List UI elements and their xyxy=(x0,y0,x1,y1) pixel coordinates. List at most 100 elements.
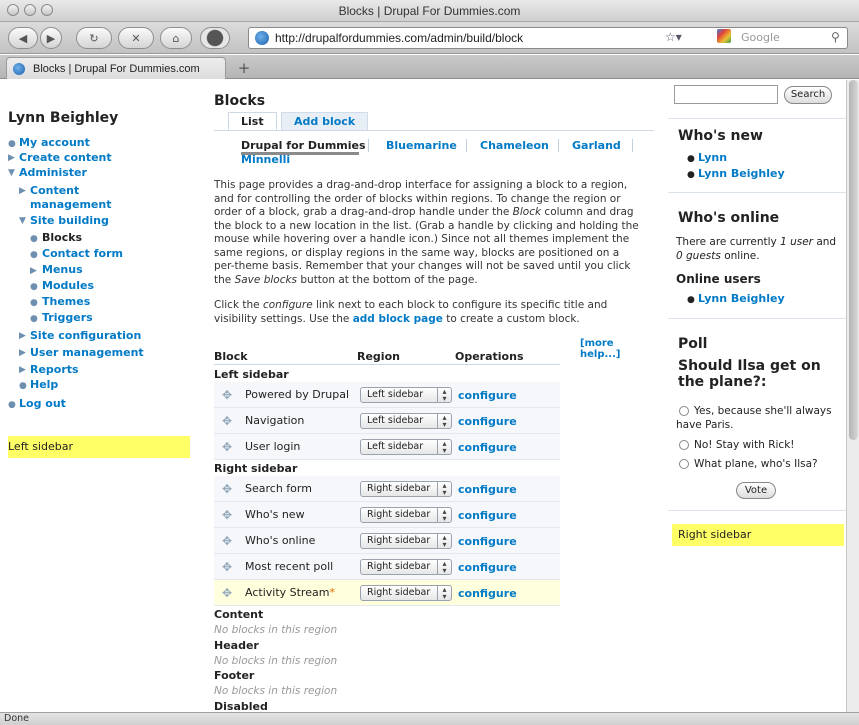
changed-marker: * xyxy=(329,586,335,599)
whos-new-user-link[interactable]: Lynn Beighley xyxy=(698,167,785,180)
theme-tab-garland[interactable]: Garland xyxy=(572,139,621,152)
browser-tab[interactable]: Blocks | Drupal For Dummies.com xyxy=(6,57,226,79)
region-select[interactable]: Right sidebar ▴ ▾ xyxy=(360,585,452,601)
bullet-icon: ● xyxy=(687,154,695,164)
region-select[interactable]: Right sidebar ▴ ▾ xyxy=(360,559,452,575)
nav-administer[interactable]: Administer xyxy=(19,166,87,180)
nav-modules[interactable]: Modules xyxy=(42,279,94,293)
reload-button[interactable]: ↻ xyxy=(76,27,112,49)
home-button[interactable]: ⌂ xyxy=(160,27,192,49)
configure-emphasis: configure xyxy=(262,299,313,311)
online-user-link[interactable]: Lynn Beighley xyxy=(698,292,785,305)
poll-option-radio[interactable] xyxy=(679,406,689,416)
drag-handle-icon[interactable]: ✥ xyxy=(222,535,234,547)
nav-reports[interactable]: Reports xyxy=(30,363,79,377)
tab-separator xyxy=(632,139,633,152)
theme-tab-chameleon[interactable]: Chameleon xyxy=(480,139,549,152)
configure-link[interactable]: configure xyxy=(458,389,517,402)
nav-site-configuration[interactable]: Site configuration xyxy=(30,329,141,343)
nav-user-management[interactable]: User management xyxy=(30,346,144,360)
whos-new-heading: Who's new xyxy=(678,128,763,144)
theme-tab-drupal-for-dummies[interactable]: Drupal for Dummies xyxy=(241,139,366,152)
poll-option-radio[interactable] xyxy=(679,459,689,469)
drag-handle-icon[interactable]: ✥ xyxy=(222,561,234,573)
block-row: ✥ Who's new Right sidebar ▴ ▾ configure xyxy=(214,502,560,528)
more-help-link[interactable]: [more help...] xyxy=(580,338,654,360)
nav-help[interactable]: Help xyxy=(30,378,58,392)
nav-create-content[interactable]: Create content xyxy=(19,151,112,165)
configure-link[interactable]: configure xyxy=(458,561,517,574)
address-bar[interactable]: http://drupalfordummies.com/admin/build/… xyxy=(248,27,848,49)
search-icon[interactable]: ⚲ xyxy=(831,30,840,44)
vertical-scrollbar[interactable] xyxy=(846,80,859,712)
region-select[interactable]: Right sidebar ▴ ▾ xyxy=(360,507,452,523)
column-header-operations: Operations xyxy=(455,350,524,363)
configure-link[interactable]: configure xyxy=(458,509,517,522)
block-name: Search form xyxy=(245,482,312,495)
select-arrows-icon: ▴ ▾ xyxy=(437,534,451,549)
drag-handle-icon[interactable]: ✥ xyxy=(222,415,234,427)
theme-tab-bluemarine[interactable]: Bluemarine xyxy=(386,139,457,152)
add-block-page-link[interactable]: add block page xyxy=(353,313,443,325)
nav-content-management-line2: management xyxy=(30,198,112,211)
intro-line: the Save blocks button at the bottom of … xyxy=(214,274,654,288)
intro-emphasis: Block xyxy=(512,206,542,218)
drag-handle-icon[interactable]: ✥ xyxy=(222,441,234,453)
drag-handle-icon[interactable]: ✥ xyxy=(222,483,234,495)
vote-button[interactable]: Vote xyxy=(736,482,776,499)
nav-blocks-active[interactable]: Blocks xyxy=(42,231,82,245)
configure-link[interactable]: configure xyxy=(458,587,517,600)
nav-menus[interactable]: Menus xyxy=(42,263,83,277)
url-text[interactable]: http://drupalfordummies.com/admin/build/… xyxy=(275,31,523,45)
search-button[interactable]: Search xyxy=(784,86,832,104)
collapsed-arrow-icon: ▶ xyxy=(19,365,26,375)
bullet-icon: ● xyxy=(8,400,16,410)
nav-contact-form[interactable]: Contact form xyxy=(42,247,123,261)
google-search-engine-icon[interactable] xyxy=(717,29,731,43)
region-heading-disabled: Disabled xyxy=(214,700,268,712)
search-input[interactable] xyxy=(674,85,778,104)
poll-question-line: Should Ilsa get on xyxy=(678,358,821,374)
online-guests-count: 0 guests xyxy=(676,250,721,262)
configure-link[interactable]: configure xyxy=(458,483,517,496)
drag-handle-icon[interactable]: ✥ xyxy=(222,389,234,401)
region-select[interactable]: Left sidebar ▴ ▾ xyxy=(360,413,452,429)
nav-site-building[interactable]: Site building xyxy=(30,214,109,228)
scrollbar-thumb[interactable] xyxy=(849,80,858,440)
nav-triggers[interactable]: Triggers xyxy=(42,311,93,325)
tab-add-block[interactable]: Add block xyxy=(281,112,369,130)
configure-link[interactable]: configure xyxy=(458,415,517,428)
region-select[interactable]: Right sidebar ▴ ▾ xyxy=(360,481,452,497)
stop-button[interactable]: ✕ xyxy=(118,27,154,49)
whos-new-user-link[interactable]: Lynn xyxy=(698,151,727,164)
region-select[interactable]: Right sidebar ▴ ▾ xyxy=(360,533,452,549)
intro-text: order of a block, grab a drag-and-drop h… xyxy=(214,206,513,218)
record-icon[interactable] xyxy=(200,27,230,49)
region-select[interactable]: Left sidebar ▴ ▾ xyxy=(360,439,452,455)
nav-content-management[interactable]: Content management xyxy=(30,184,112,212)
back-button[interactable]: ◀ xyxy=(8,27,38,49)
block-divider xyxy=(668,510,846,511)
configure-link[interactable]: configure xyxy=(458,535,517,548)
bookmark-star-icon[interactable]: ☆▾ xyxy=(665,30,682,44)
new-tab-button[interactable]: + xyxy=(232,58,256,77)
poll-option-radio[interactable] xyxy=(679,440,689,450)
window-titlebar: Blocks | Drupal For Dummies.com xyxy=(0,0,859,22)
intro-line: the block to a new location in the list.… xyxy=(214,219,639,232)
search-engine-field[interactable]: Google xyxy=(741,31,780,44)
region-select[interactable]: Left sidebar ▴ ▾ xyxy=(360,387,452,403)
bullet-icon: ● xyxy=(30,282,38,292)
theme-tab-minnelli[interactable]: Minnelli xyxy=(241,153,290,166)
tab-list[interactable]: List xyxy=(228,112,277,130)
nav-themes[interactable]: Themes xyxy=(42,295,90,309)
forward-button[interactable]: ▶ xyxy=(40,27,62,49)
block-name: Who's online xyxy=(245,534,316,547)
configure-link[interactable]: configure xyxy=(458,441,517,454)
drag-handle-icon[interactable]: ✥ xyxy=(222,509,234,521)
tab-separator xyxy=(466,139,467,152)
drag-handle-icon[interactable]: ✥ xyxy=(222,587,234,599)
nav-log-out[interactable]: Log out xyxy=(19,397,66,411)
block-name: Powered by Drupal xyxy=(245,388,349,401)
bullet-icon: ● xyxy=(8,139,16,149)
nav-my-account[interactable]: My account xyxy=(19,136,90,150)
